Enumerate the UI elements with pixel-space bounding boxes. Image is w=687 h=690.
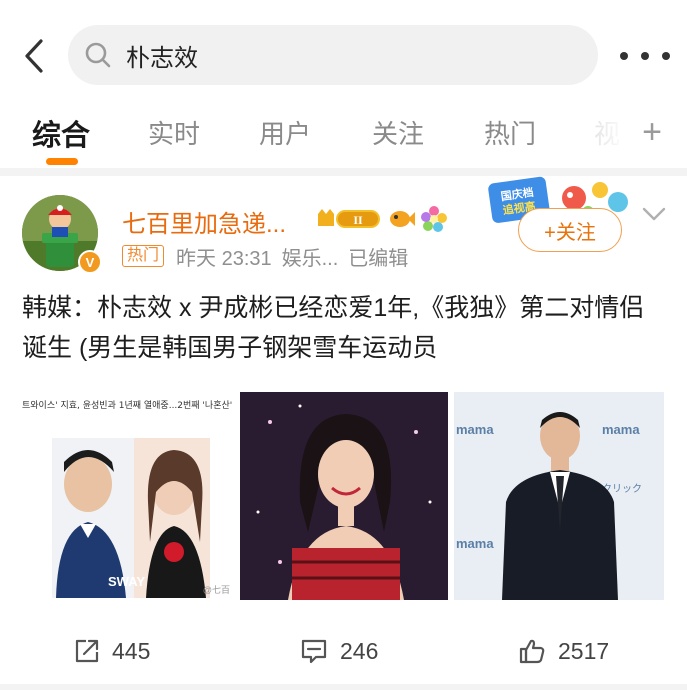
comment-button[interactable]: 246: [300, 634, 378, 668]
comment-count: 246: [340, 637, 379, 664]
tab-users[interactable]: 用户: [259, 114, 311, 151]
follow-button[interactable]: +关注: [518, 208, 622, 252]
svg-text:mama: mama: [456, 422, 494, 437]
level-badge-icon: II: [318, 209, 380, 228]
tab-bar: 综合 实时 用户 关注 热门 视 +: [0, 102, 687, 166]
section-divider: [0, 168, 687, 176]
bottom-divider: [0, 684, 687, 690]
more-dots-icon: [620, 52, 628, 60]
post-image-1[interactable]: 트와이스' 지효, 윤성빈과 1년째 열애중...2번째 '나혼산' 커플 탄 …: [22, 392, 234, 600]
post-image-3[interactable]: mama mama mama クリック: [454, 392, 664, 600]
image-label: SWAY: [108, 574, 146, 589]
post-meta: 热门 昨天 23:31 娱乐... 已编辑: [122, 242, 409, 271]
post-text: 韩媒：朴志效 x 尹成彬已经恋爱1年,《我独》第二对情侣诞生 (男生是韩国男子钢…: [22, 294, 645, 362]
post-image-2[interactable]: [240, 392, 448, 600]
repost-icon: [75, 639, 99, 663]
comment-icon: [301, 639, 327, 664]
tab-realtime[interactable]: 实时: [148, 114, 200, 151]
like-button[interactable]: 2517: [518, 634, 609, 668]
image-watermark: @七百: [202, 585, 230, 595]
tab-comprehensive[interactable]: 综合: [32, 112, 90, 154]
top-bar: 朴志效: [0, 0, 687, 100]
search-query: 朴志效: [126, 44, 198, 72]
post-username[interactable]: 七百里加急递...: [122, 204, 286, 239]
more-button[interactable]: [620, 44, 670, 68]
repost-button[interactable]: 445: [74, 634, 150, 668]
svg-text:II: II: [353, 213, 363, 227]
post-time: 昨天 23:31: [176, 247, 272, 270]
back-button[interactable]: [16, 34, 52, 78]
add-tab-button[interactable]: +: [632, 110, 672, 154]
tab-follow[interactable]: 关注: [372, 114, 424, 151]
svg-text:mama: mama: [602, 422, 640, 437]
flower-emoji-icon: [421, 206, 447, 232]
tab-hot[interactable]: 热门: [484, 114, 536, 151]
chevron-down-icon[interactable]: [640, 204, 668, 224]
tab-active-indicator: [46, 158, 78, 165]
edited-label: 已编辑: [348, 247, 409, 270]
chevron-left-icon: [25, 39, 43, 73]
verified-badge-icon: V: [78, 250, 102, 274]
fish-emoji-icon: [390, 211, 415, 227]
tab-fade: [578, 102, 628, 162]
like-count: 2517: [558, 637, 610, 664]
search-input[interactable]: 朴志效: [68, 25, 598, 85]
post-action-bar: 445 246 2517: [0, 620, 687, 684]
thumbs-up-icon: [519, 639, 545, 664]
post-source[interactable]: 娱乐...: [282, 242, 339, 271]
repost-count: 445: [112, 637, 151, 664]
search-icon: [84, 41, 112, 69]
svg-text:mama: mama: [456, 536, 494, 551]
hot-tag: 热门: [122, 245, 165, 267]
